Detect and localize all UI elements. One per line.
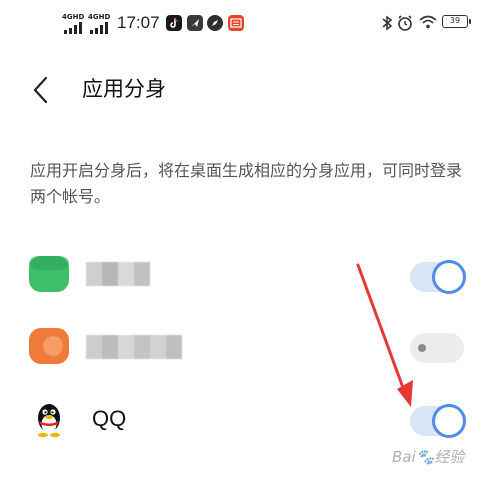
- battery-icon: 39: [442, 15, 471, 28]
- bluetooth-icon: [382, 15, 393, 31]
- description-text: 应用开启分身后，将在桌面生成相应的分身应用，可同时登录两个帐号。: [30, 161, 463, 206]
- toutiao-icon: [228, 15, 244, 31]
- cellular-signal-icon: 4GHD: [88, 13, 114, 34]
- app-clone-toggle[interactable]: [410, 333, 464, 363]
- svg-text:Bai🐾经验: Bai🐾经验: [392, 448, 466, 466]
- alarm-icon: [398, 15, 412, 31]
- app-clone-toggle[interactable]: [410, 404, 466, 438]
- app-name-blurred: [86, 335, 182, 359]
- orange-app-icon: [27, 326, 71, 366]
- qq-penguin-icon: [27, 400, 71, 440]
- app-clone-toggle[interactable]: [410, 260, 466, 294]
- back-button[interactable]: [26, 70, 66, 110]
- battery-level: 39: [449, 16, 461, 25]
- tiktok-icon: [166, 15, 182, 31]
- status-time: 17:07: [117, 13, 160, 32]
- network-type-label: 4GHD: [62, 13, 85, 21]
- baidu-watermark-logo: Bai🐾经验: [392, 448, 466, 466]
- app-name: QQ: [92, 406, 127, 431]
- cellular-signal-icon: 4GHD: [62, 13, 88, 34]
- green-app-icon: [27, 254, 71, 294]
- navigation-app-icon: [187, 15, 203, 31]
- network-type-label: 4GHD: [88, 13, 111, 21]
- app-row: [0, 313, 500, 383]
- page-title: 应用分身: [82, 77, 166, 101]
- status-bar: 4GHD 4GHD 17:07 39: [0, 0, 500, 48]
- chevron-left-icon: [33, 76, 48, 104]
- app-name-blurred: [86, 262, 150, 286]
- app-row: [0, 240, 500, 310]
- compass-icon: [207, 15, 223, 31]
- wifi-icon: [419, 15, 437, 29]
